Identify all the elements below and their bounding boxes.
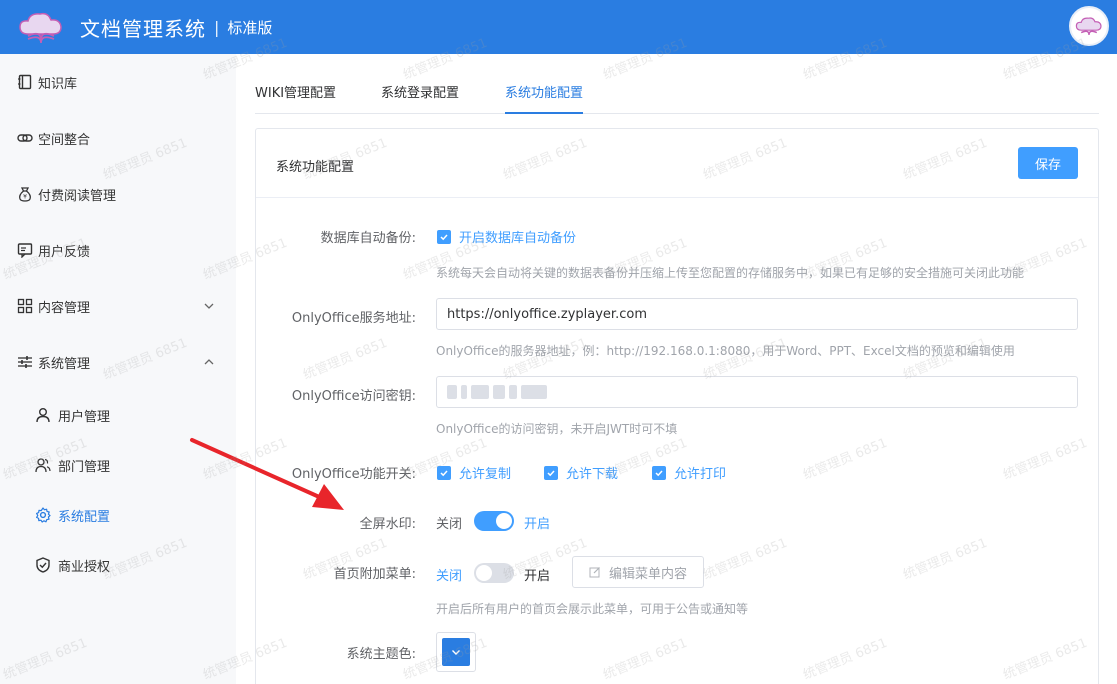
users-icon xyxy=(34,456,52,474)
switch-knob xyxy=(476,565,492,581)
db-backup-checkbox[interactable]: 开启数据库自动备份 xyxy=(437,227,576,246)
sidebar-item-label: 系统配置 xyxy=(58,509,111,525)
switch-knob xyxy=(496,513,512,529)
avatar-icon[interactable] xyxy=(1069,6,1109,46)
sidebar-item-space[interactable]: 空间整合 xyxy=(0,118,236,158)
chevron-up-icon xyxy=(202,355,216,369)
home-menu-on-label: 开启 xyxy=(524,569,551,584)
masked-key-value xyxy=(447,385,547,399)
sidebar-item-label: 用户管理 xyxy=(58,409,111,425)
sliders-icon xyxy=(16,353,34,371)
sidebar-item-label: 内容管理 xyxy=(38,300,91,316)
grid-icon xyxy=(16,297,34,315)
sidebar-item-label: 付费阅读管理 xyxy=(38,188,117,204)
sidebar-item-label: 知识库 xyxy=(38,76,78,92)
onlyoffice-key-help: OnlyOffice的访问密钥，未开启JWT时可不填 xyxy=(436,422,678,436)
sidebar-item-paid-reading[interactable]: ¥ 付费阅读管理 xyxy=(0,174,236,214)
sidebar-item-content[interactable]: 内容管理 xyxy=(0,286,236,326)
checkbox-checked-icon xyxy=(437,229,451,244)
sidebar: 知识库 空间整合 ¥ 付费阅读管理 用户反馈 内容管理 系统管理 用户管理 部门… xyxy=(0,54,236,684)
watermark-label: 全屏水印: xyxy=(359,517,416,532)
db-backup-label: 数据库自动备份: xyxy=(320,231,416,246)
book-icon xyxy=(16,73,34,91)
tab-wiki-config[interactable]: WIKI管理配置 xyxy=(255,74,336,114)
save-button[interactable]: 保存 xyxy=(1018,147,1078,179)
tab-function-config[interactable]: 系统功能配置 xyxy=(505,74,584,114)
config-card: 系统功能配置 保存 数据库自动备份: 开启数据库自动备份 系统每天会自动将关键的… xyxy=(255,128,1099,684)
sidebar-item-license[interactable]: 商业授权 xyxy=(0,545,236,585)
watermark-off-label: 关闭 xyxy=(436,517,463,532)
chevron-down-icon xyxy=(202,299,216,313)
checkbox-checked-icon xyxy=(437,465,451,480)
svg-text:¥: ¥ xyxy=(23,194,27,201)
sidebar-item-label: 空间整合 xyxy=(38,132,91,148)
user-icon xyxy=(34,406,52,424)
checkbox-checked-icon xyxy=(652,465,666,480)
cloud-book-logo-icon xyxy=(16,7,68,47)
money-bag-icon: ¥ xyxy=(16,185,34,203)
title-divider: | xyxy=(214,17,220,37)
checkbox-label: 允许打印 xyxy=(674,467,727,482)
sidebar-item-label: 用户反馈 xyxy=(38,244,91,260)
onlyoffice-url-help: OnlyOffice的服务器地址，例：http://192.168.0.1:80… xyxy=(436,344,1015,358)
edit-menu-label: 编辑菜单内容 xyxy=(609,566,688,582)
allow-print-checkbox[interactable]: 允许打印 xyxy=(652,463,726,482)
home-menu-off-label: 关闭 xyxy=(436,569,463,584)
checkbox-label: 允许下载 xyxy=(566,467,619,482)
sidebar-item-label: 部门管理 xyxy=(58,459,111,475)
feedback-icon xyxy=(16,241,34,259)
sidebar-item-departments[interactable]: 部门管理 xyxy=(0,445,236,485)
home-menu-switch[interactable] xyxy=(474,563,514,583)
color-swatch xyxy=(442,638,470,666)
onlyoffice-switches-label: OnlyOffice功能开关: xyxy=(291,467,416,482)
checkbox-checked-icon xyxy=(544,465,558,480)
card-title: 系统功能配置 xyxy=(276,160,355,175)
edition-label: 标准版 xyxy=(227,18,273,37)
app-title: 文档管理系统 xyxy=(80,16,206,41)
chevron-down-icon xyxy=(452,650,460,655)
allow-download-checkbox[interactable]: 允许下载 xyxy=(544,463,618,482)
onlyoffice-key-label: OnlyOffice访问密钥: xyxy=(291,389,416,404)
gear-icon xyxy=(34,506,52,524)
tab-login-config[interactable]: 系统登录配置 xyxy=(381,74,459,114)
onlyoffice-key-input[interactable] xyxy=(436,376,1078,408)
card-header: 系统功能配置 保存 xyxy=(256,129,1098,198)
app-header: 文档管理系统 | 标准版 xyxy=(0,0,1117,54)
sidebar-item-system-config[interactable]: 系统配置 xyxy=(0,495,236,535)
theme-color-label: 系统主题色: xyxy=(346,647,416,662)
sidebar-item-system[interactable]: 系统管理 xyxy=(0,342,236,382)
home-menu-label: 首页附加菜单: xyxy=(333,567,416,582)
checkbox-label: 允许复制 xyxy=(459,467,512,482)
allow-copy-checkbox[interactable]: 允许复制 xyxy=(437,463,511,482)
watermark-on-label: 开启 xyxy=(524,517,551,532)
config-tabs: WIKI管理配置 系统登录配置 系统功能配置 xyxy=(255,74,1099,114)
edit-icon xyxy=(589,566,601,578)
sidebar-item-label: 商业授权 xyxy=(58,559,111,575)
onlyoffice-url-label: OnlyOffice服务地址: xyxy=(291,311,416,326)
theme-color-picker[interactable] xyxy=(436,632,476,672)
sidebar-item-users[interactable]: 用户管理 xyxy=(0,395,236,435)
home-menu-help: 开启后所有用户的首页会展示此菜单，可用于公告或通知等 xyxy=(436,602,749,616)
shield-check-icon xyxy=(34,556,52,574)
watermark-switch[interactable] xyxy=(474,511,514,531)
db-backup-help: 系统每天会自动将关键的数据表备份并压缩上传至您配置的存储服务中，如果已有足够的安… xyxy=(436,266,1025,280)
sidebar-item-knowledge[interactable]: 知识库 xyxy=(0,62,236,102)
edit-menu-button[interactable]: 编辑菜单内容 xyxy=(572,556,705,588)
sidebar-item-label: 系统管理 xyxy=(38,356,91,372)
checkbox-label: 开启数据库自动备份 xyxy=(459,231,577,246)
sidebar-item-feedback[interactable]: 用户反馈 xyxy=(0,230,236,270)
link-icon xyxy=(16,129,34,147)
onlyoffice-url-input[interactable]: https://onlyoffice.zyplayer.com xyxy=(436,298,1078,330)
